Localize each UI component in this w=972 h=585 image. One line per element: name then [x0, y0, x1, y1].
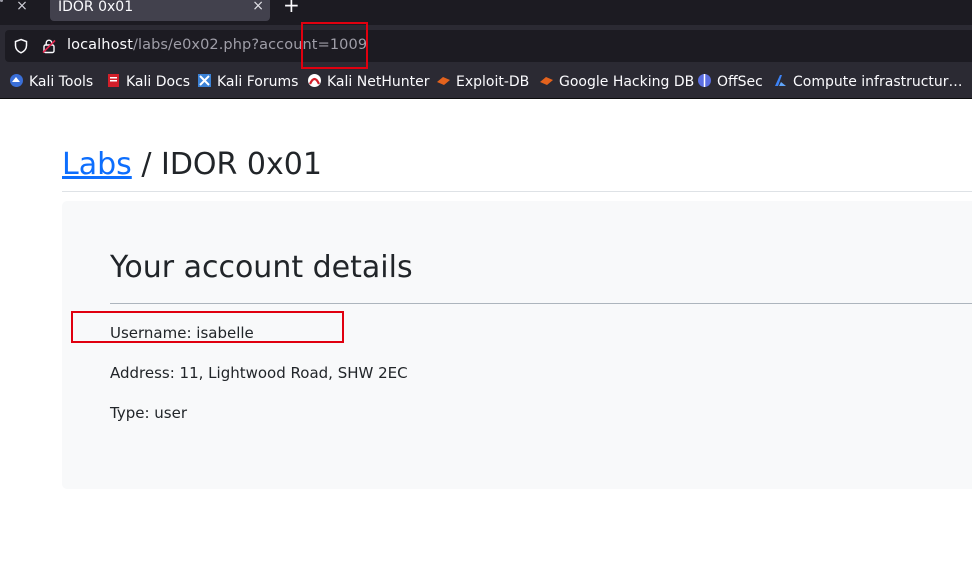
bookmark-offsec[interactable]: OffSec: [697, 73, 763, 91]
tab-strip: × IDOR 0x01 × +: [0, 0, 972, 25]
exploit-db-icon: [437, 77, 450, 85]
active-tab[interactable]: IDOR 0x01 ×: [50, 0, 270, 21]
breadcrumb-separator: /: [131, 147, 161, 182]
bookmark-label: Kali NetHunter: [327, 74, 430, 90]
bookmark-label: Kali Forums: [217, 74, 299, 90]
card-title: Your account details: [110, 250, 413, 285]
card-divider: [110, 303, 972, 304]
bookmark-label: OffSec: [717, 74, 763, 90]
kali-nethunter-icon: [308, 74, 321, 87]
new-tab-button[interactable]: +: [283, 0, 300, 17]
bookmark-label: Kali Docs: [126, 74, 191, 90]
bookmark-compute-infrastructure[interactable]: Compute infrastructur…: [773, 73, 963, 91]
ghdb-icon: [540, 77, 553, 85]
type-text: Type: user: [110, 404, 187, 422]
kali-docs-icon: [108, 74, 119, 87]
tab-title: IDOR 0x01: [58, 0, 134, 15]
compute-icon: [775, 75, 786, 86]
kali-forums-icon: [198, 74, 211, 87]
account-details-card: Your account details Username: isabelle …: [62, 201, 972, 489]
bookmarks-toolbar: Kali Tools Kali Docs Kali Forums Kali Ne…: [0, 67, 972, 99]
bookmark-kali-nethunter[interactable]: Kali NetHunter: [307, 73, 429, 91]
lock-insecure-icon[interactable]: [41, 38, 57, 54]
breadcrumb-labs-link[interactable]: Labs: [62, 147, 132, 182]
bookmark-label: Exploit-DB: [456, 74, 530, 90]
shield-icon[interactable]: [13, 38, 29, 54]
title-divider: [62, 191, 972, 192]
tab-close-icon[interactable]: ×: [252, 0, 264, 14]
navigation-bar: localhost/labs/e0x02.php?account=1009: [0, 25, 972, 67]
address-text: Address: 11, Lightwood Road, SHW 2EC: [110, 364, 408, 382]
bookmark-label: Compute infrastructur…: [793, 74, 963, 90]
kali-tools-icon: [10, 74, 23, 87]
username-highlight: [71, 311, 344, 343]
breadcrumb: Labs / IDOR 0x01: [62, 147, 322, 182]
url-host: localhost: [67, 37, 133, 53]
bookmark-label: Kali Tools: [29, 74, 94, 90]
bookmark-label: Google Hacking DB: [559, 74, 695, 90]
bookmark-kali-docs[interactable]: Kali Docs: [106, 73, 190, 91]
url-parameter-highlight: [301, 22, 368, 69]
url-bar[interactable]: localhost/labs/e0x02.php?account=1009: [5, 30, 972, 62]
breadcrumb-current: IDOR 0x01: [160, 147, 322, 182]
bookmark-kali-forums[interactable]: Kali Forums: [197, 73, 298, 91]
bookmark-google-hacking-db[interactable]: Google Hacking DB: [539, 73, 694, 91]
previous-tab-close-icon[interactable]: ×: [0, 0, 44, 20]
offsec-icon: [698, 74, 711, 87]
bookmark-exploit-db[interactable]: Exploit-DB: [436, 73, 529, 91]
bookmark-kali-tools[interactable]: Kali Tools: [9, 73, 93, 91]
